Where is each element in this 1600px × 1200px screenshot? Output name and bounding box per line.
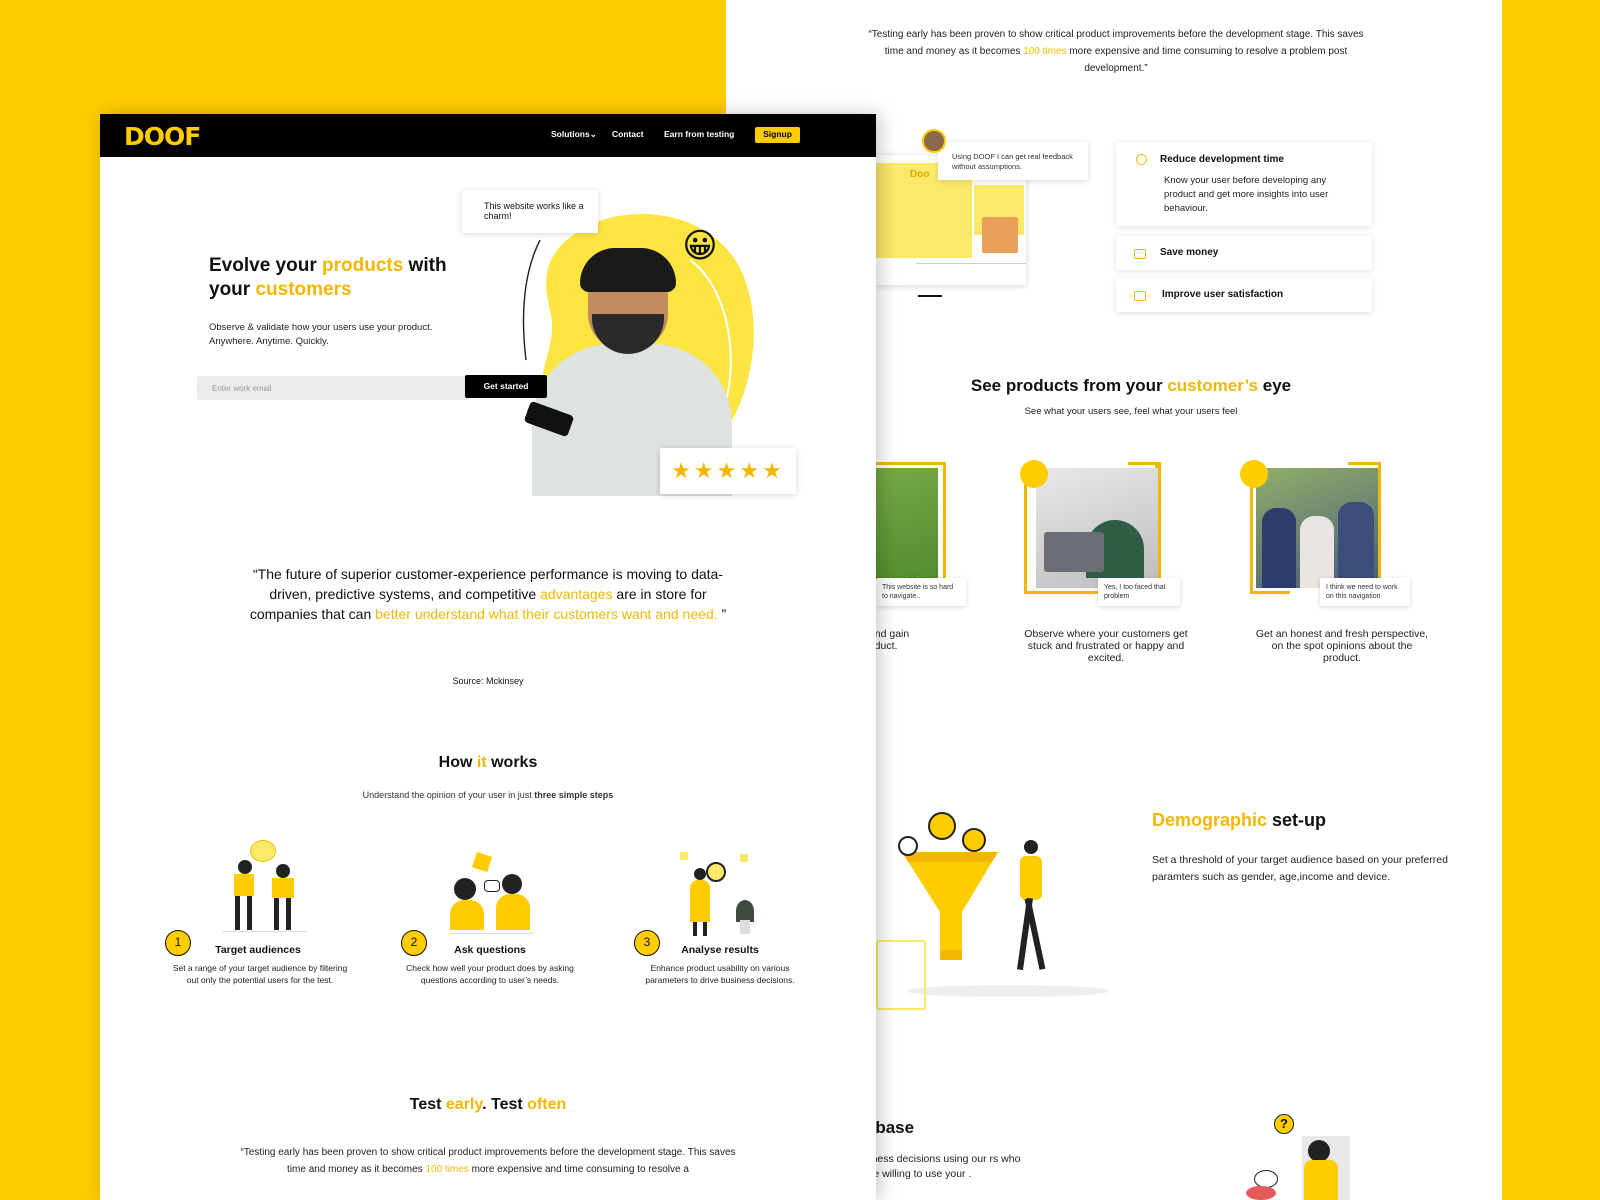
user-icon [928,812,956,840]
money-icon [1134,249,1146,259]
mckinsey-quote: “The future of superior customer-experie… [249,566,727,622]
persona-comment: This website is so hard to navigate.. [876,578,966,606]
feedback-bubble: Using DOOF I can get real feedback witho… [938,142,1088,180]
step-title: Analyse results [681,944,759,956]
turban [580,248,676,292]
hero-title: Evolve your products with your customers [209,255,447,300]
how-it-works-sub: Understand the opinion of your user in j… [362,790,614,800]
nav-solutions[interactable]: Solutions⌄ [551,129,597,140]
test-early-heading: Test early. Test often [409,1096,567,1113]
smiley-emoji: 😀 [682,226,718,266]
woman-figure [1016,840,1046,980]
avatar [922,129,946,153]
demographic-heading: Demographic set-up [1152,810,1327,830]
test-early-quote: “Testing early has been proven to show c… [240,1147,736,1175]
chat-icon [484,880,500,892]
confused-user-illustration: ? [1246,1110,1356,1200]
nav-earn-from-testing[interactable]: Earn from testing [664,129,734,139]
speech-bubble: This website works like a charm! [462,190,598,233]
user-base-desc: siness decisions using our rs who are wi… [864,1153,1021,1180]
slider-dash [918,295,942,297]
see-products-sub: See what your users see, feel what your … [1024,406,1238,417]
step-title: Target audiences [215,944,301,956]
magnifier-icon [706,862,726,882]
persona-card-2: Yes, I too faced that problem Observe wh… [1016,460,1216,670]
persona-photo [1036,468,1158,588]
yellow-dot [1240,460,1268,488]
target-icon [250,840,276,862]
step-desc: Enhance product usability on various par… [645,963,795,985]
feature-card-reduce-time: Reduce development time Know your user b… [1116,142,1372,226]
app-preview-avatar [982,217,1018,253]
persona-caption: Observe where your customers get stuck a… [1024,628,1188,664]
hero-subtitle: Observe & validate how your users use yo… [209,322,433,347]
ask-questions-illustration [450,851,534,934]
plant-icon [736,900,754,922]
user-icon [898,836,918,856]
nav-contact[interactable]: Contact [612,129,644,139]
feature-card-user-satisfaction: Improve user satisfaction [1116,278,1372,312]
how-it-works-heading: How it works [438,754,538,771]
rating-stars: ★★★★★ [660,448,796,494]
persona-comment: Yes, I too faced that problem [1098,578,1180,606]
demographic-desc: Set a threshold of your target audience … [1152,854,1448,883]
signup-button[interactable]: Signup [755,127,800,143]
persona-comment: I think we need to work on this navigati… [1320,578,1410,606]
question-mark-icon: ? [1274,1114,1294,1134]
step-desc: Set a range of your target audience by f… [172,963,348,985]
user-icon [962,828,986,852]
funnel-illustration [876,800,1116,1030]
email-input[interactable] [197,376,469,400]
navbar: DOOF Solutions⌄ Contact Earn from testin… [100,114,876,157]
logo[interactable]: DOOF [124,122,201,151]
get-started-button[interactable]: Get started [465,375,547,398]
persona-photo [1256,468,1378,588]
quote-source: Source: Mckinsey [452,676,524,686]
quote-highlight: 100 times [1023,46,1067,57]
top-quote: “Testing early has been proven to show c… [868,29,1364,74]
step-desc: Check how well your product does by aski… [406,963,574,985]
persona-caption: Get an honest and fresh perspective, on … [1255,628,1429,664]
step-title: Ask questions [454,944,526,956]
target-audience-illustration [222,840,308,932]
front-page: DOOF Solutions⌄ Contact Earn from testin… [100,114,876,1200]
app-preview-logo: Doo [910,169,930,180]
satisfaction-icon [1134,291,1146,301]
clock-icon [1136,154,1147,165]
persona-card-3: I think we need to work on this navigati… [1236,460,1446,670]
analyse-results-illustration [678,852,758,936]
yellow-dot [1020,460,1048,488]
see-products-heading: See products from your customer’s eye [970,376,1292,395]
feature-card-save-money: Save money [1116,236,1372,270]
